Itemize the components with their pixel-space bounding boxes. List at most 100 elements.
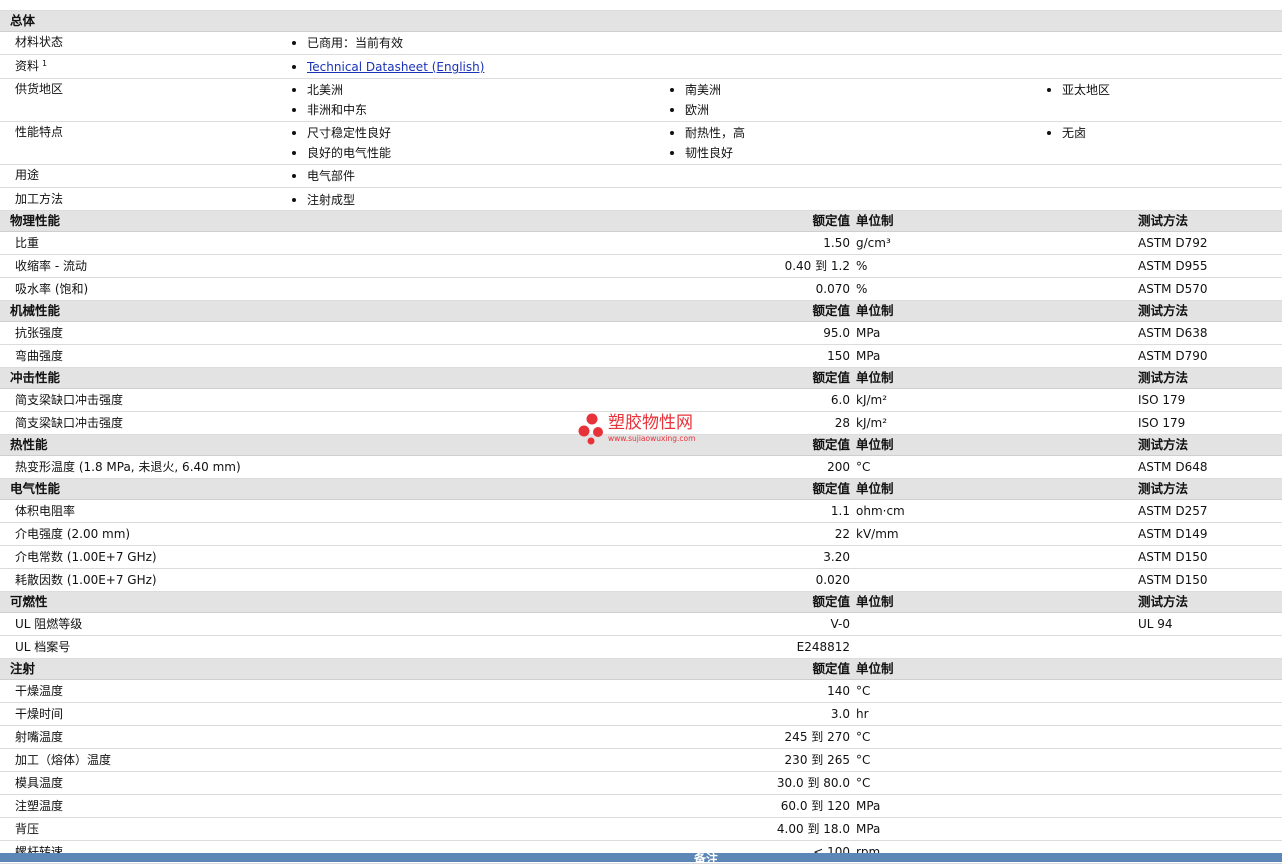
row-label: 资料 1 <box>15 56 47 77</box>
property-name: 干燥温度 <box>15 684 64 698</box>
property-name: 弯曲强度 <box>15 349 64 363</box>
property-name: 简支梁缺口冲击强度 <box>15 393 124 407</box>
column-header-value: 额定值 <box>812 370 850 385</box>
property-value: 0.070 <box>815 282 850 296</box>
column-header-unit: 单位制 <box>856 594 894 609</box>
bullet-text: 已商用：当前有效 <box>307 36 404 50</box>
property-value: 140 <box>827 684 850 698</box>
section-title: 总体 <box>10 13 36 28</box>
test-method: ASTM D150 <box>1138 573 1208 587</box>
property-name: 介电强度 (2.00 mm) <box>15 527 131 541</box>
property-name: 体积电阻率 <box>15 504 76 518</box>
property-sections: 物理性能 额定值 单位制 测试方法 比重 1.50 g/cm³ ASTM D792 收缩率 - … <box>0 211 1282 864</box>
section-title: 机械性能 <box>10 303 61 318</box>
bullet-item: 亚太地区 <box>1046 80 1110 100</box>
row-material-status: 材料状态 已商用：当前有效 <box>0 32 1282 55</box>
test-method: ASTM D790 <box>1138 349 1208 363</box>
test-method: ASTM D648 <box>1138 460 1208 474</box>
bullet-item: 已商用：当前有效 <box>291 33 403 53</box>
bullet-item: 欧洲 <box>669 100 709 120</box>
property-unit: °C <box>856 460 871 474</box>
column-header-unit: 单位制 <box>856 481 894 496</box>
table-row: 耗散因数 (1.00E+7 GHz) 0.020 ASTM D150 <box>0 569 1282 592</box>
property-unit: % <box>856 259 868 273</box>
column-header-unit: 单位制 <box>856 213 894 228</box>
section-header: 机械性能 额定值 单位制 测试方法 <box>0 301 1282 322</box>
property-name: UL 阻燃等级 <box>15 617 83 631</box>
row-features: 性能特点 尺寸稳定性良好 耐热性，高 无卤 良好的电气性能 韧性良好 <box>0 122 1282 165</box>
column-header-unit: 单位制 <box>856 661 894 676</box>
property-unit: °C <box>856 730 871 744</box>
property-value: 22 <box>834 527 850 541</box>
property-name: 背压 <box>15 822 40 836</box>
test-method: ISO 179 <box>1138 416 1186 430</box>
property-value: 4.00 到 18.0 <box>776 822 850 836</box>
property-value: 245 到 270 <box>784 730 850 744</box>
property-unit: MPa <box>856 349 881 363</box>
property-unit: °C <box>856 753 871 767</box>
table-row: 射嘴温度 245 到 270 °C <box>0 726 1282 749</box>
row-label: 加工方法 <box>15 192 64 206</box>
column-header-method: 测试方法 <box>1138 594 1189 609</box>
property-unit: kJ/m² <box>856 416 888 430</box>
bullet-item: 非洲和中东 <box>291 100 367 120</box>
property-name: 介电常数 (1.00E+7 GHz) <box>15 550 157 564</box>
column-header-value: 额定值 <box>812 437 850 452</box>
row-regions: 供货地区 北美洲 南美洲 亚太地区 非洲和中东 欧洲 <box>0 79 1282 122</box>
table-row: 抗张强度 95.0 MPa ASTM D638 <box>0 322 1282 345</box>
section-header: 电气性能 额定值 单位制 测试方法 <box>0 479 1282 500</box>
column-header-value: 额定值 <box>812 481 850 496</box>
section-header: 注射 额定值 单位制 <box>0 659 1282 680</box>
column-header-value: 额定值 <box>812 661 850 676</box>
property-name: 简支梁缺口冲击强度 <box>15 416 124 430</box>
table-row: 吸水率 (饱和) 0.070% ASTM D570 <box>0 278 1282 301</box>
row-label: 材料状态 <box>15 35 64 49</box>
watermark-logo: 塑胶物性网 www.sujiaowuxing.com <box>578 412 718 448</box>
table-row: 收缩率 - 流动 0.40 到 1.2% ASTM D955 <box>0 255 1282 278</box>
property-name: 加工（熔体）温度 <box>15 753 112 767</box>
property-unit: g/cm³ <box>856 236 891 250</box>
test-method: ASTM D570 <box>1138 282 1208 296</box>
property-name: 模具温度 <box>15 776 64 790</box>
bullet-item: 南美洲 <box>669 80 721 100</box>
table-row: 干燥时间 3.0 hr <box>0 703 1282 726</box>
property-name: 吸水率 (饱和) <box>15 282 89 296</box>
bullet-item: 韧性良好 <box>669 143 733 163</box>
column-header-unit: 单位制 <box>856 437 894 452</box>
table-row: 介电强度 (2.00 mm) 22 kV/mm ASTM D149 <box>0 523 1282 546</box>
table-row: 体积电阻率 1.1 ohm·cm ASTM D257 <box>0 500 1282 523</box>
table-row: 简支梁缺口冲击强度 6.0 kJ/m² ISO 179 <box>0 389 1282 412</box>
property-name: UL 档案号 <box>15 640 71 654</box>
property-unit: % <box>856 282 868 296</box>
bullet-item: Technical Datasheet (English) <box>291 57 484 77</box>
footnote-marker: 1 <box>42 59 48 68</box>
notes-title: 备注 <box>694 853 719 862</box>
column-header-method: 测试方法 <box>1138 481 1189 496</box>
column-header-method: 测试方法 <box>1138 370 1189 385</box>
technical-datasheet-link[interactable]: Technical Datasheet (English) <box>307 60 484 74</box>
property-name: 收缩率 - 流动 <box>15 259 87 273</box>
property-name: 热变形温度 (1.8 MPa, 未退火, 6.40 mm) <box>15 460 241 474</box>
property-value: 60.0 到 120 <box>780 799 850 813</box>
section-title: 冲击性能 <box>10 370 61 385</box>
property-name: 射嘴温度 <box>15 730 64 744</box>
test-method: ASTM D257 <box>1138 504 1208 518</box>
property-value: V-0 <box>830 617 850 631</box>
section-header: 冲击性能 额定值 单位制 测试方法 <box>0 368 1282 389</box>
table-row: 介电常数 (1.00E+7 GHz) 3.20 ASTM D150 <box>0 546 1282 569</box>
property-value: 230 到 265 <box>784 753 850 767</box>
section-header: 物理性能 额定值 单位制 测试方法 <box>0 211 1282 232</box>
bullet-item: 北美洲 <box>291 80 343 100</box>
property-unit: °C <box>856 684 871 698</box>
table-row: 干燥温度 140 °C <box>0 680 1282 703</box>
row-processing: 加工方法 注射成型 <box>0 188 1282 211</box>
watermark-text: 塑胶物性网 <box>608 413 693 433</box>
column-header-method: 测试方法 <box>1138 213 1189 228</box>
section-title: 注射 <box>10 661 36 676</box>
property-value: 1.1 <box>830 504 850 518</box>
property-value: 150 <box>827 349 850 363</box>
column-header-value: 额定值 <box>812 303 850 318</box>
section-header-general: 总体 <box>0 11 1282 32</box>
documents-label: 资料 <box>15 59 40 73</box>
property-value: 200 <box>827 460 850 474</box>
